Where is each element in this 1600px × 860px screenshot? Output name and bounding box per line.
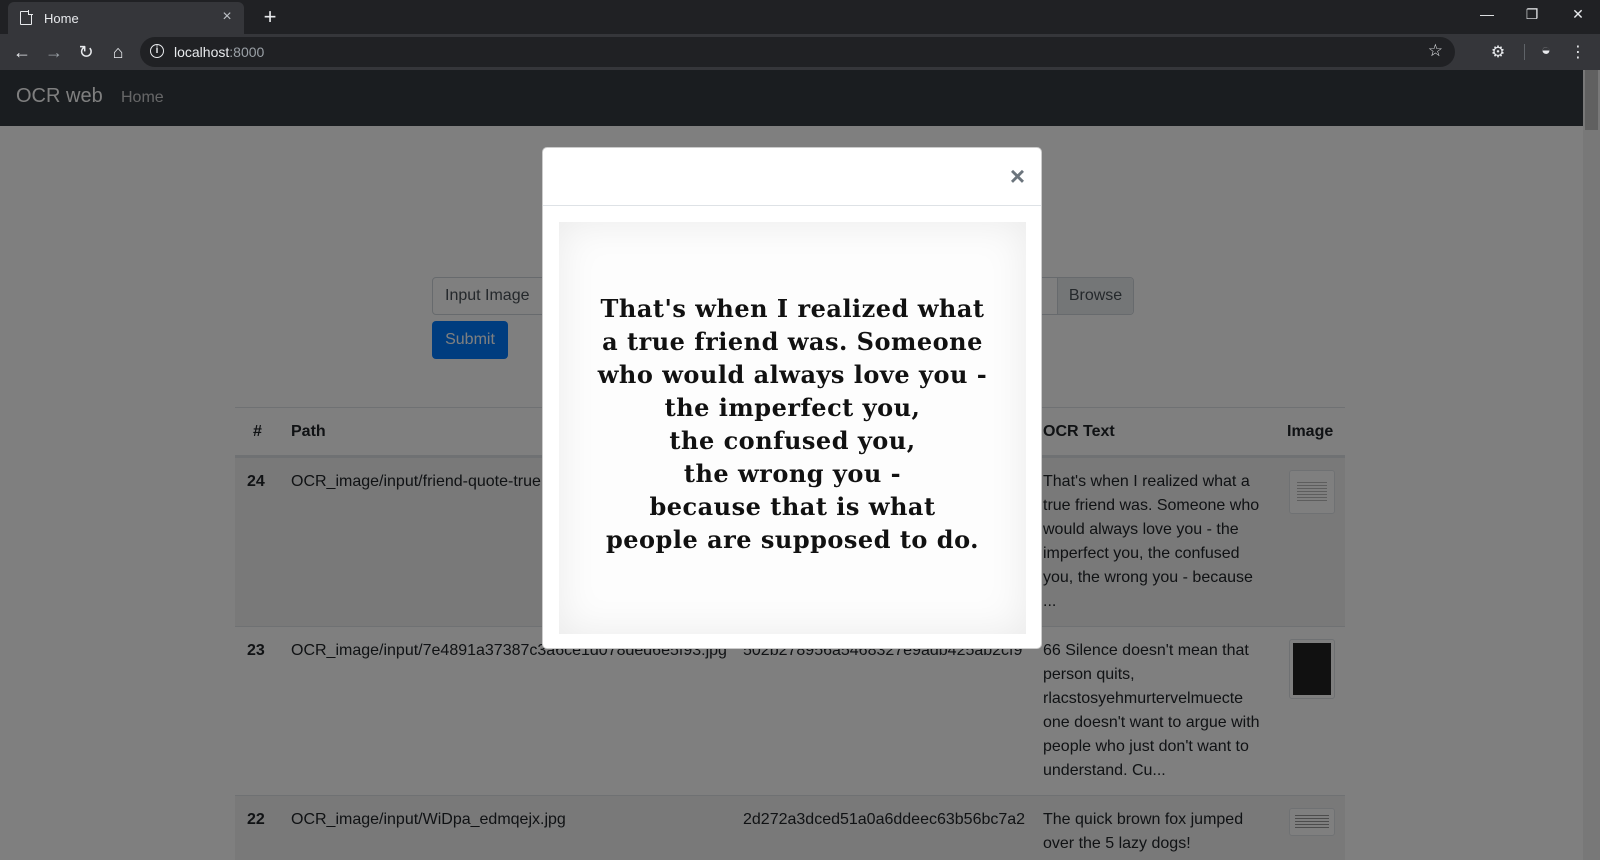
restore-button[interactable]: ❐ bbox=[1516, 4, 1548, 24]
info-icon[interactable]: i bbox=[150, 44, 164, 58]
browser-toolbar: ← → ↻ ⌂ i localhost:8000 ☆ ⚙ ◒ ⋮ bbox=[0, 34, 1600, 70]
toolbar-divider bbox=[1524, 44, 1525, 60]
menu-kebab-icon[interactable]: ⋮ bbox=[1568, 42, 1588, 62]
modal-header: × bbox=[543, 148, 1041, 206]
quote-line: the imperfect you, bbox=[664, 393, 921, 422]
back-icon[interactable]: ← bbox=[10, 40, 34, 64]
bookmark-star-icon[interactable]: ☆ bbox=[1428, 41, 1443, 61]
tab-close-icon[interactable]: × bbox=[218, 8, 236, 26]
url-text: localhost:8000 bbox=[174, 44, 265, 60]
quote-line: a true friend was. Someone bbox=[602, 327, 983, 356]
quote-line: people are supposed to do. bbox=[605, 525, 980, 554]
quote-line: the wrong you - bbox=[683, 459, 902, 488]
tab-title: Home bbox=[44, 10, 79, 26]
quote-text: That's when I realized what a true frien… bbox=[559, 292, 1026, 556]
address-bar[interactable]: i localhost:8000 ☆ bbox=[140, 37, 1455, 67]
quote-line: who would always love you - bbox=[597, 360, 988, 389]
reload-icon[interactable]: ↻ bbox=[74, 40, 98, 64]
new-tab-button[interactable]: + bbox=[258, 4, 282, 30]
home-icon[interactable]: ⌂ bbox=[106, 40, 130, 64]
preview-image: That's when I realized what a true frien… bbox=[559, 222, 1026, 634]
incognito-icon[interactable]: ◒ bbox=[1536, 42, 1556, 60]
quote-line: because that is what bbox=[649, 492, 936, 521]
quote-line: the confused you, bbox=[669, 426, 916, 455]
extension-icon[interactable]: ⚙ bbox=[1488, 42, 1508, 62]
image-preview-modal: × That's when I realized what a true fri… bbox=[542, 147, 1042, 649]
browser-tab-bar: Home × + — ❐ ✕ bbox=[0, 0, 1600, 34]
forward-icon[interactable]: → bbox=[42, 40, 66, 64]
quote-line: That's when I realized what bbox=[600, 294, 985, 323]
window-close-button[interactable]: ✕ bbox=[1562, 4, 1594, 24]
modal-close-icon[interactable]: × bbox=[1010, 162, 1025, 190]
browser-tab[interactable]: Home × bbox=[8, 2, 244, 34]
minimize-button[interactable]: — bbox=[1471, 4, 1503, 24]
page-icon bbox=[20, 10, 33, 25]
